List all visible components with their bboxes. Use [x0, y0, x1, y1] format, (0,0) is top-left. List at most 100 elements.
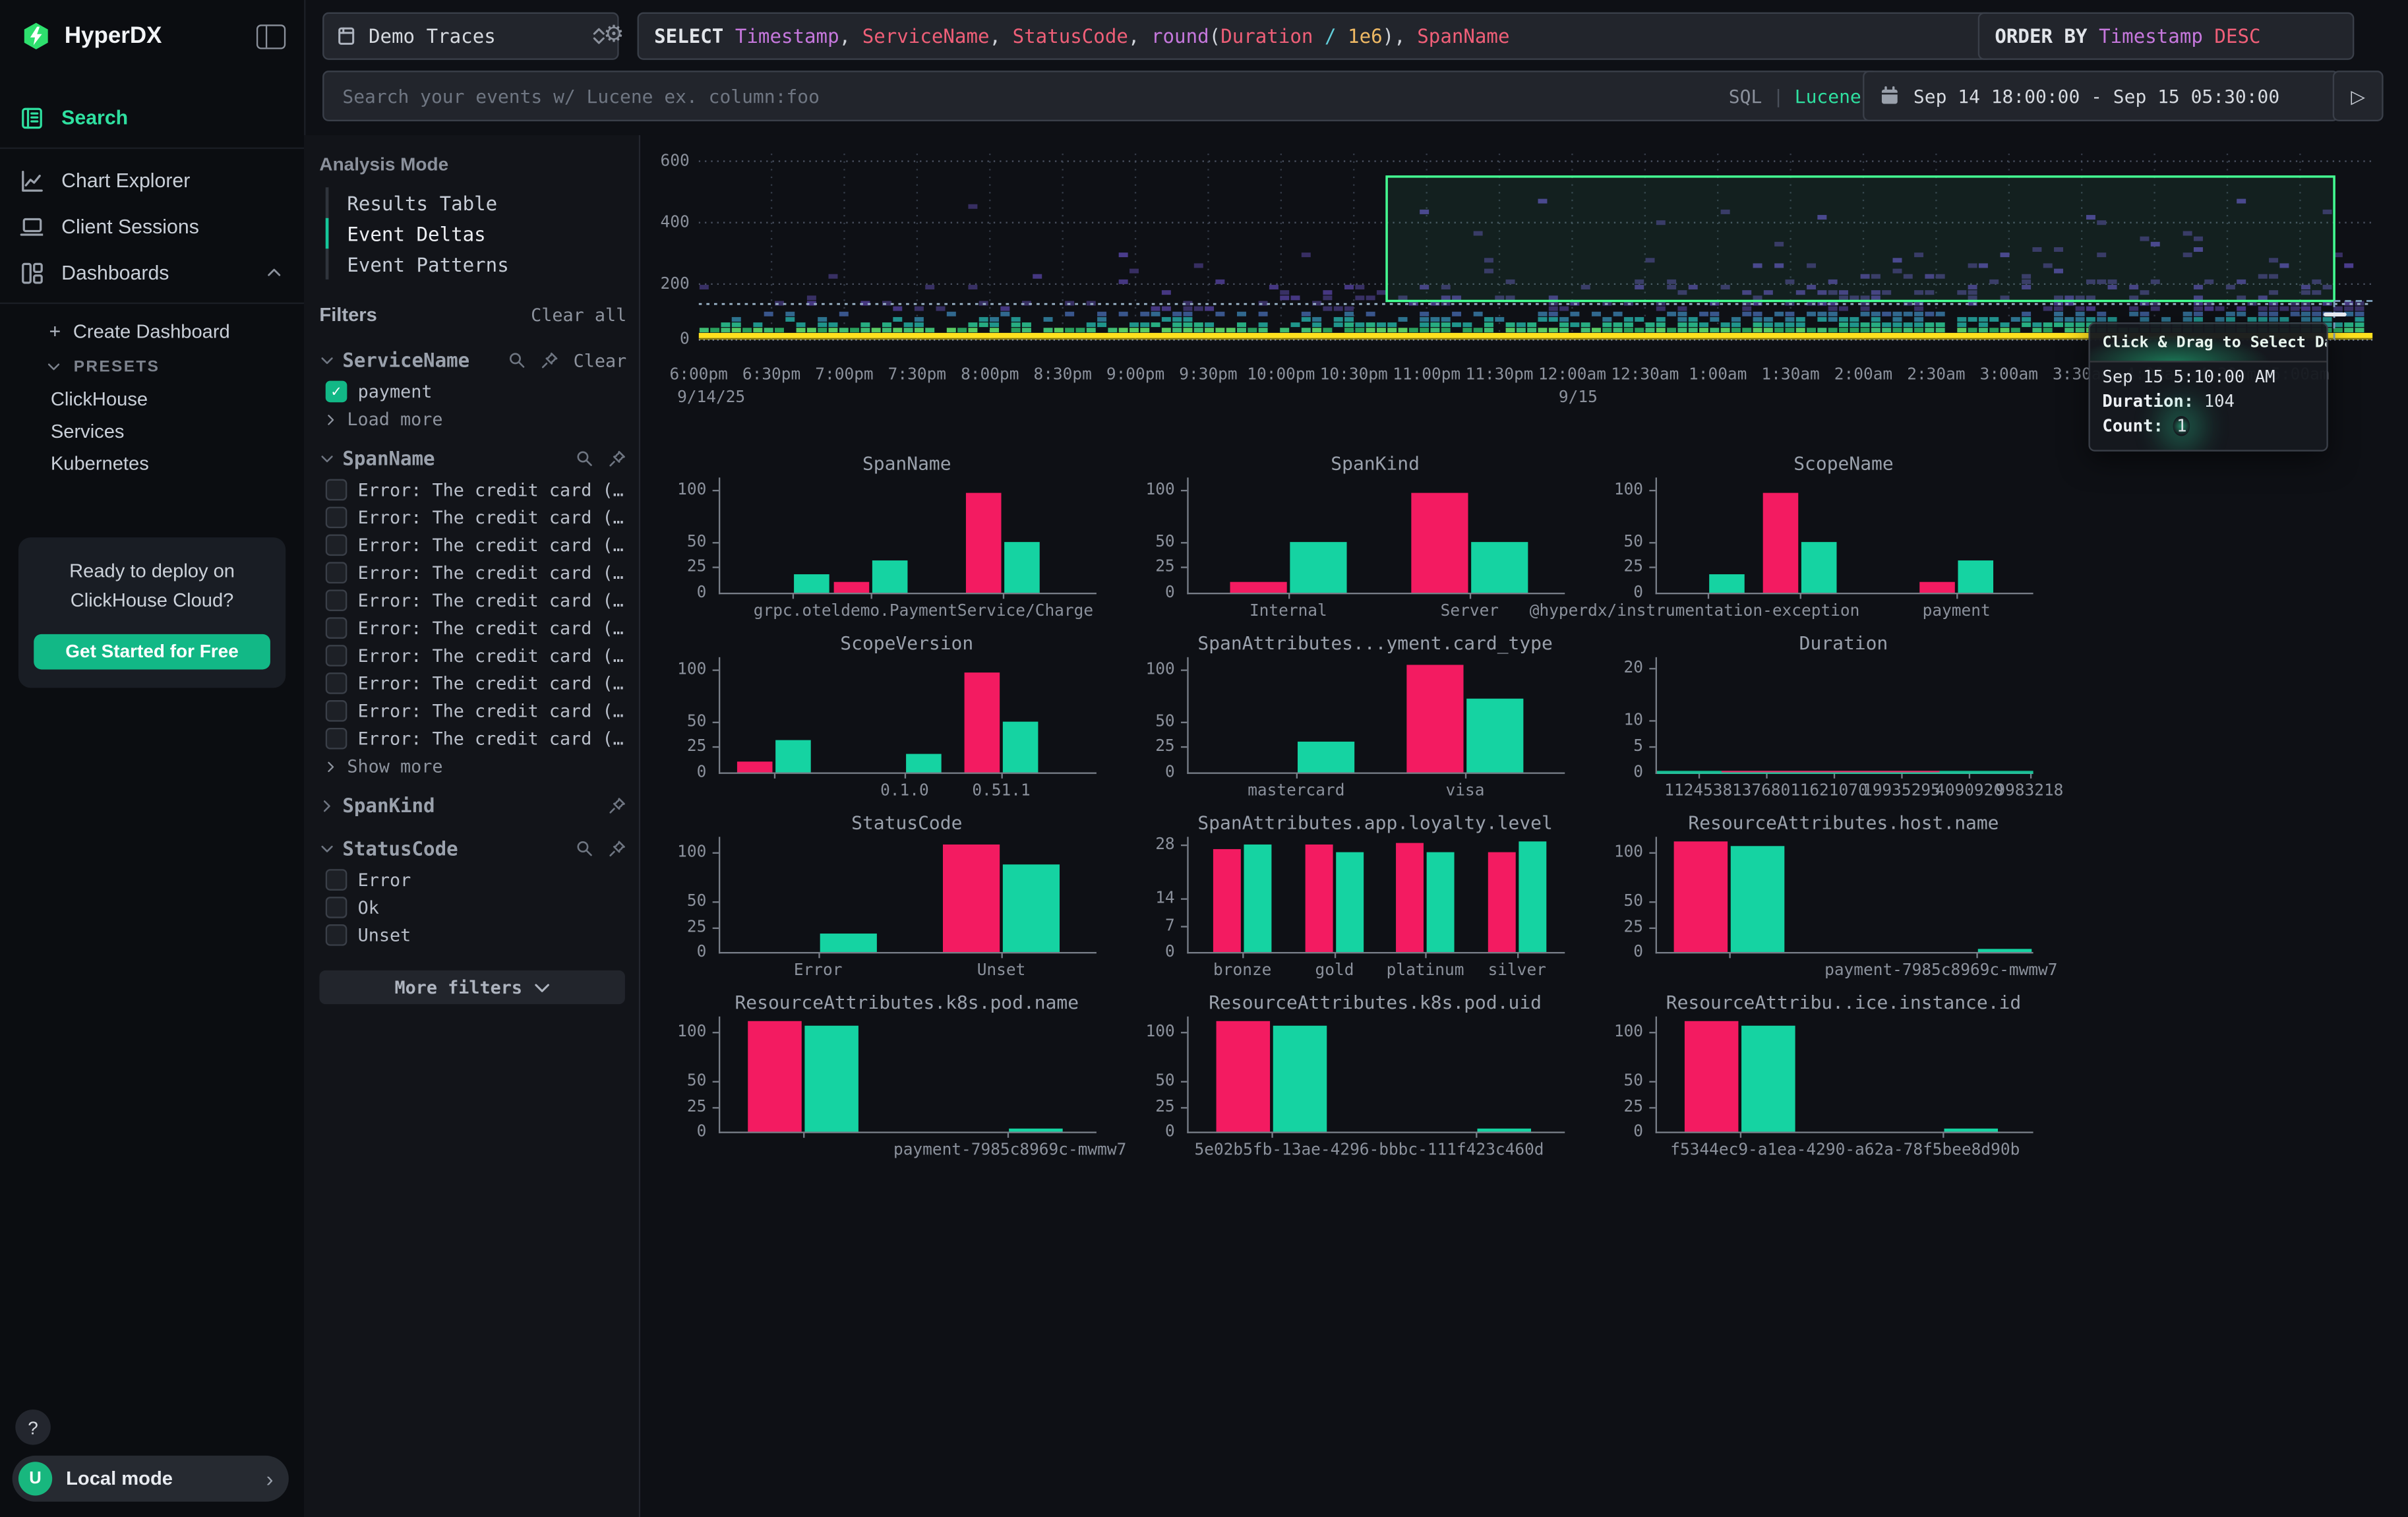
load-more-button[interactable]: Load more	[304, 405, 639, 433]
x-tick	[871, 593, 872, 599]
analysis-mode-event-deltas[interactable]: Event Deltas	[326, 218, 639, 249]
checkbox-unchecked[interactable]	[326, 617, 347, 639]
filter-checkbox-row[interactable]: Error: The credit card (…	[304, 642, 639, 670]
filter-checkbox-row[interactable]: Error: The credit card (…	[304, 504, 639, 531]
y-tick-label: 25	[1582, 1098, 1643, 1116]
chevron-down-icon[interactable]	[319, 451, 334, 466]
y-tick-label: 25	[645, 558, 706, 576]
help-button[interactable]: ?	[15, 1410, 51, 1445]
y-tick-label: 50	[1114, 712, 1175, 730]
filter-section-title[interactable]: ServiceName	[342, 349, 495, 372]
filter-checkbox-row[interactable]: Error: The credit card (…	[304, 669, 639, 697]
chart-plot: f5344ec9-a1ea-4290-a62a-78f5bee8d90b	[1656, 1017, 2033, 1133]
lucene-mode-toggle[interactable]: Lucene	[1795, 85, 1861, 107]
checkbox-unchecked[interactable]	[326, 728, 347, 750]
get-started-button[interactable]: Get Started for Free	[34, 634, 270, 669]
local-mode-button[interactable]: U Local mode ›	[13, 1456, 289, 1502]
sidebar-item-clickhouse[interactable]: ClickHouse	[0, 382, 304, 415]
checkbox-unchecked[interactable]	[326, 534, 347, 556]
filter-checkbox-row[interactable]: Unset	[304, 921, 639, 949]
x-tick-label: 1621070	[1800, 781, 1868, 800]
show-more-button[interactable]: Show more	[304, 752, 639, 780]
chevron-right-icon[interactable]	[319, 798, 334, 813]
pin-icon[interactable]	[608, 839, 626, 858]
checkbox-unchecked[interactable]	[326, 700, 347, 722]
source-select[interactable]: Demo Traces	[322, 13, 618, 60]
search-icon[interactable]	[509, 351, 527, 369]
heatmap-x-tick: 12:30am	[1611, 365, 1679, 384]
filter-checkbox-row[interactable]: Error: The credit card (…	[304, 531, 639, 559]
x-tick	[1470, 593, 1471, 599]
bar-outlier	[1685, 1021, 1739, 1131]
checkbox-unchecked[interactable]	[326, 897, 347, 918]
order-by-editor[interactable]: ORDER BY Timestamp DESC	[1978, 13, 2355, 60]
heatmap-x-tick: 1:00am	[1689, 365, 1747, 384]
sidebar-item-client-sessions[interactable]: Client Sessions	[0, 202, 304, 249]
filter-checkbox-row[interactable]: Ok	[304, 893, 639, 921]
pin-icon[interactable]	[541, 351, 560, 369]
clear-all-button[interactable]: Clear all	[531, 304, 626, 326]
sidebar-item-kubernetes[interactable]: Kubernetes	[0, 447, 304, 479]
search-icon	[509, 351, 527, 369]
y-tick-label: 25	[1582, 918, 1643, 936]
sidebar-item-search[interactable]: Search	[0, 94, 304, 140]
sidebar-item-chart-explorer[interactable]: Chart Explorer	[0, 157, 304, 203]
x-tick-label: 19935295	[1863, 781, 1941, 800]
filter-checkbox-row[interactable]: Error: The credit card (…	[304, 559, 639, 587]
checkbox-unchecked[interactable]	[326, 562, 347, 583]
heatmap-y-tick: 400	[644, 214, 690, 232]
filter-section-title[interactable]: SpanName	[342, 447, 562, 470]
source-select-value: Demo Traces	[369, 24, 593, 47]
bar-outlier	[1763, 493, 1799, 593]
y-tick-label: 100	[645, 481, 706, 499]
checkbox-unchecked[interactable]	[326, 479, 347, 501]
duration-heatmap[interactable]	[699, 154, 2373, 341]
create-dashboard-button[interactable]: +Create Dashboard	[0, 312, 304, 350]
checkbox-unchecked[interactable]	[326, 589, 347, 611]
presets-toggle[interactable]: PRESETS	[0, 350, 304, 382]
checkbox-unchecked[interactable]	[326, 507, 347, 529]
x-tick-label: platinum	[1387, 961, 1464, 980]
date-range-picker[interactable]: Sep 14 18:00:00 - Sep 15 05:30:00	[1863, 71, 2339, 121]
filter-checkbox-row[interactable]: ✓payment	[304, 378, 639, 405]
checkbox-unchecked[interactable]	[326, 869, 347, 891]
chevron-down-icon[interactable]	[319, 353, 334, 368]
sql-mode-toggle[interactable]: SQL	[1729, 85, 1762, 107]
filter-checkbox-row[interactable]: Error: The credit card (…	[304, 725, 639, 752]
pin-icon[interactable]	[608, 449, 626, 467]
filter-checkbox-row[interactable]: Error: The credit card (…	[304, 697, 639, 725]
sidebar-collapse-icon[interactable]	[256, 24, 286, 48]
gear-icon[interactable]: ⚙	[603, 20, 624, 47]
filter-checkbox-row[interactable]: Error	[304, 866, 639, 894]
chart-body: 10050250InternalServer	[1114, 477, 1582, 625]
main-content: 6004002000 6:00pm6:30pm7:00pm7:30pm8:00p…	[640, 135, 2408, 1517]
analysis-mode-event-patterns[interactable]: Event Patterns	[326, 249, 639, 280]
filter-checkbox-row[interactable]: Error: The credit card (…	[304, 476, 639, 504]
search-icon[interactable]	[576, 449, 594, 467]
bar-outlier	[1213, 848, 1241, 952]
bar-inlier	[1244, 845, 1272, 952]
bar-outlier	[834, 582, 870, 593]
checkbox-checked[interactable]: ✓	[326, 381, 347, 403]
chevron-down-icon[interactable]	[319, 841, 334, 856]
sql-select-editor[interactable]: SELECT Timestamp, ServiceName, StatusCod…	[638, 13, 1994, 60]
tooltip-time: Sep 15 5:10:00 AM	[2090, 363, 2327, 387]
analysis-mode-results-table[interactable]: Results Table	[326, 187, 639, 218]
filter-checkbox-row[interactable]: Error: The credit card (…	[304, 614, 639, 642]
y-tick-label: 50	[645, 532, 706, 550]
checkbox-unchecked[interactable]	[326, 924, 347, 946]
sidebar-item-services[interactable]: Services	[0, 415, 304, 447]
search-input[interactable]	[340, 84, 1729, 108]
filter-clear-button[interactable]: Clear	[574, 349, 627, 371]
filter-section-title[interactable]: StatusCode	[342, 837, 562, 860]
filter-checkbox-row[interactable]: Error: The credit card (…	[304, 587, 639, 614]
x-tick	[1002, 772, 1003, 778]
more-filters-button[interactable]: More filters	[319, 970, 624, 1004]
filter-section-title[interactable]: SpanKind	[342, 794, 594, 817]
checkbox-unchecked[interactable]	[326, 645, 347, 667]
sidebar-item-dashboards[interactable]: Dashboards	[0, 249, 304, 295]
checkbox-unchecked[interactable]	[326, 672, 347, 694]
pin-icon[interactable]	[608, 796, 626, 815]
run-query-button[interactable]: ▷	[2333, 71, 2384, 121]
search-icon[interactable]	[576, 839, 594, 858]
